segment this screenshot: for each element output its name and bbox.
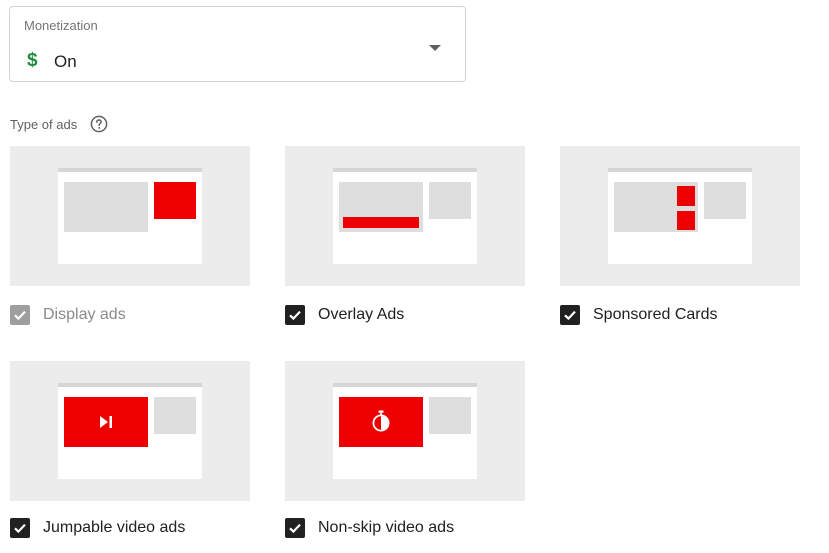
checkbox[interactable] xyxy=(560,305,580,325)
checkbox[interactable] xyxy=(10,305,30,325)
option-label: Jumpable video ads xyxy=(43,519,186,536)
ad-types-title: Type of ads xyxy=(10,117,78,132)
option-label: Sponsored Cards xyxy=(593,306,718,323)
player-mock xyxy=(58,383,202,479)
non-skip-video-ads-preview xyxy=(285,361,525,501)
checkbox[interactable] xyxy=(285,305,305,325)
sidebar-thumbnail xyxy=(429,182,471,219)
chevron-down-icon xyxy=(429,45,441,51)
sidebar-thumbnail xyxy=(429,397,471,434)
player-mock xyxy=(608,168,752,264)
video-area xyxy=(64,182,148,232)
checkmark-icon xyxy=(14,523,26,534)
help-icon[interactable] xyxy=(90,115,108,133)
sponsored-card-bottom xyxy=(677,211,695,230)
sponsored-cards-preview xyxy=(560,146,800,286)
monetization-select[interactable]: Monetization $ On xyxy=(9,6,466,82)
overlay-ad-bar xyxy=(343,217,419,228)
skip-next-icon xyxy=(100,416,112,428)
sidebar-thumbnail xyxy=(704,182,746,219)
sidebar-thumbnail xyxy=(154,397,196,434)
player-mock xyxy=(333,383,477,479)
display-ad-block xyxy=(154,182,196,219)
checkbox-non-skip-video-ads[interactable]: Non-skip video ads xyxy=(285,517,454,539)
option-label: Non-skip video ads xyxy=(318,519,455,536)
checkbox-display-ads[interactable]: Display ads xyxy=(10,304,126,326)
monetization-label: Monetization xyxy=(24,18,98,33)
checkmark-icon xyxy=(14,310,26,321)
checkbox-jumpable-video-ads[interactable]: Jumpable video ads xyxy=(10,517,185,539)
overlay-ads-preview xyxy=(285,146,525,286)
checkmark-icon xyxy=(564,310,576,321)
option-label: Overlay Ads xyxy=(318,306,405,323)
jumpable-video-ads-preview xyxy=(10,361,250,501)
checkbox[interactable] xyxy=(10,518,30,538)
checkbox[interactable] xyxy=(285,518,305,538)
monetization-value: On xyxy=(54,52,77,71)
dollar-icon: $ xyxy=(27,50,38,71)
stopwatch-icon xyxy=(372,410,390,432)
display-ads-preview xyxy=(10,146,250,286)
player-mock xyxy=(333,168,477,264)
player-mock xyxy=(58,168,202,264)
checkbox-sponsored-cards[interactable]: Sponsored Cards xyxy=(560,304,718,326)
sponsored-card-top xyxy=(677,186,695,206)
checkmark-icon xyxy=(289,523,301,534)
video-ad-area xyxy=(64,397,148,447)
checkbox-overlay-ads[interactable]: Overlay Ads xyxy=(285,304,404,326)
option-label: Display ads xyxy=(43,306,126,323)
checkmark-icon xyxy=(289,310,301,321)
video-ad-area xyxy=(339,397,423,447)
